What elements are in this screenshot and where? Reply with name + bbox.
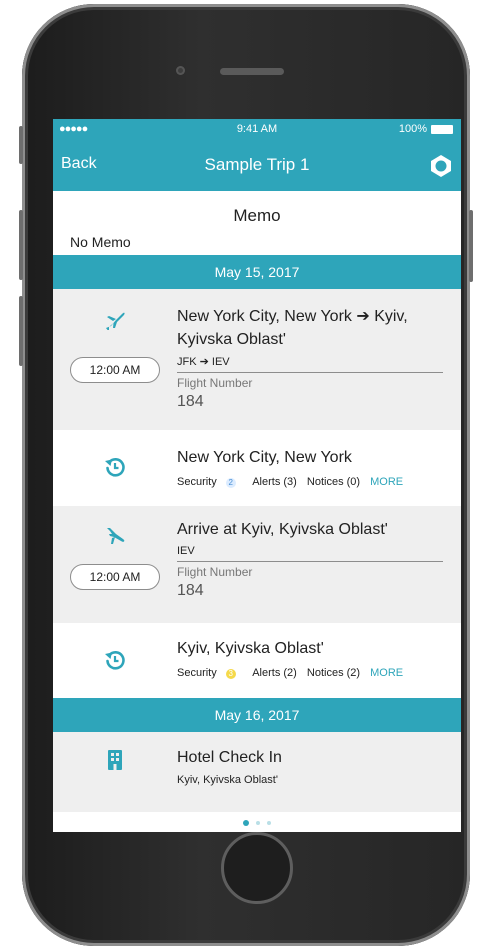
flight-number-label: Flight Number (177, 376, 253, 390)
clock-refresh-icon (105, 651, 125, 670)
destination-advisory-item[interactable]: New York City, New York Security 2 Alerts… (53, 430, 461, 506)
app-logo-icon[interactable] (429, 154, 453, 178)
home-button[interactable] (221, 832, 293, 904)
security-level-badge: 2 (225, 478, 236, 488)
hotel-details: Hotel Check In Kyiv, Kyivska Oblast' (177, 746, 443, 786)
memo-value: No Memo (70, 234, 131, 250)
nav-bar: Back Sample Trip 1 (53, 141, 461, 191)
advisory-place: New York City, New York (177, 449, 352, 466)
route-title-line2: Kyivska Oblast' (177, 331, 286, 348)
more-link[interactable]: MORE (370, 667, 403, 679)
security-status[interactable]: Security 3 (177, 667, 243, 679)
memo-section[interactable]: Memo No Memo (53, 191, 461, 255)
hotel-location: Kyiv, Kyivska Oblast' (177, 774, 278, 786)
clock-refresh-icon (105, 458, 125, 477)
destination-advisory-item[interactable]: Kyiv, Kyivska Oblast' Security 3 Alerts (… (53, 623, 461, 698)
flight-number-value: 184 (177, 393, 204, 410)
security-level-badge: 3 (225, 669, 236, 679)
alerts-count[interactable]: Alerts (2) (252, 667, 297, 679)
flight-number-label: Flight Number (177, 565, 253, 579)
page-dot (267, 821, 271, 825)
arrival-airport: IEV (177, 545, 443, 562)
hotel-title: Hotel Check In (177, 749, 282, 766)
security-label: Security (177, 667, 217, 679)
notices-count[interactable]: Notices (2) (307, 667, 360, 679)
advisory-meta: Security 2 Alerts (3) Notices (0) MORE (177, 476, 443, 488)
route-title-line1: New York City, New York ➔ Kyiv, (177, 308, 408, 325)
page-indicator[interactable] (53, 820, 461, 826)
page-dot-active (243, 820, 249, 826)
security-status[interactable]: Security 2 (177, 476, 243, 488)
status-bar: ●●●●● 9:41 AM 100% (53, 119, 461, 141)
mute-switch (19, 126, 23, 164)
alerts-count[interactable]: Alerts (3) (252, 476, 297, 488)
arrival-title: Arrive at Kyiv, Kyivska Oblast' (177, 521, 388, 538)
date-header: May 15, 2017 (53, 255, 461, 289)
app-screen: ●●●●● 9:41 AM 100% Back Sample Trip 1 Me… (53, 119, 461, 832)
memo-label: Memo (233, 206, 281, 225)
more-link[interactable]: MORE (370, 476, 403, 488)
departure-details: New York City, New York ➔ Kyiv, Kyivska … (177, 305, 443, 411)
power-button (469, 210, 473, 282)
page-dot (256, 821, 260, 825)
plane-landing-icon (107, 528, 125, 544)
battery-percent: 100% (398, 123, 427, 135)
flight-arrival-item[interactable]: 12:00 AM Arrive at Kyiv, Kyivska Oblast'… (53, 506, 461, 623)
notices-count[interactable]: Notices (0) (307, 476, 360, 488)
arrival-time: 12:00 AM (70, 564, 160, 590)
arrival-details: Arrive at Kyiv, Kyivska Oblast' IEV Flig… (177, 518, 443, 600)
front-camera (176, 66, 185, 75)
advisory-place: Kyiv, Kyivska Oblast' (177, 640, 324, 657)
earpiece-speaker (220, 68, 284, 75)
volume-down-button (19, 296, 23, 366)
hotel-checkin-item[interactable]: Hotel Check In Kyiv, Kyivska Oblast' (53, 732, 461, 812)
airport-codes: JFK ➔ IEV (177, 355, 443, 373)
security-label: Security (177, 476, 217, 488)
flight-departure-item[interactable]: 12:00 AM New York City, New York ➔ Kyiv,… (53, 289, 461, 430)
hotel-icon (108, 750, 122, 770)
plane-takeoff-icon (106, 312, 125, 330)
page-title: Sample Trip 1 (204, 155, 310, 174)
date-header: May 16, 2017 (53, 698, 461, 732)
battery-indicator: 100% (399, 123, 453, 135)
volume-up-button (19, 210, 23, 280)
advisory-details: Kyiv, Kyivska Oblast' Security 3 Alerts (… (177, 637, 443, 679)
advisory-meta: Security 3 Alerts (2) Notices (2) MORE (177, 667, 443, 679)
flight-number-value: 184 (177, 582, 204, 599)
departure-time: 12:00 AM (70, 357, 160, 383)
advisory-details: New York City, New York Security 2 Alerts… (177, 446, 443, 488)
battery-icon (431, 124, 453, 134)
